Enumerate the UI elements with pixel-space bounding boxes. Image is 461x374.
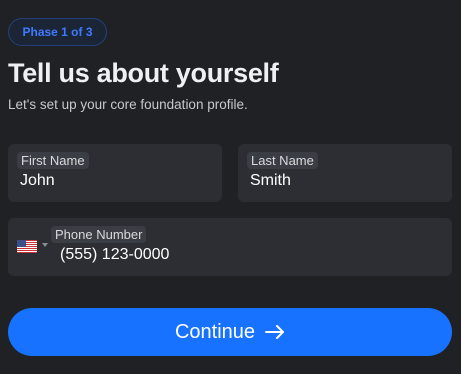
continue-label: Continue xyxy=(174,320,256,343)
last-name-label: Last Name xyxy=(247,152,318,169)
last-name-value[interactable]: Smith xyxy=(250,172,291,190)
arrow-right-icon xyxy=(265,325,285,339)
page-subtitle: Let's set up your core foundation profil… xyxy=(8,97,248,112)
continue-button[interactable]: Continue xyxy=(8,308,452,356)
page-title: Tell us about yourself xyxy=(8,58,279,88)
phase-badge: Phase 1 of 3 xyxy=(8,18,107,46)
first-name-value[interactable]: John xyxy=(20,172,55,190)
first-name-label: First Name xyxy=(17,152,89,169)
us-flag-icon[interactable] xyxy=(17,240,37,253)
chevron-down-icon[interactable] xyxy=(42,243,48,247)
phone-number-value[interactable]: (555) 123-0000 xyxy=(60,246,169,264)
phone-number-label: Phone Number xyxy=(51,226,147,243)
last-name-field[interactable]: Last Name Smith xyxy=(238,144,452,202)
phone-number-field[interactable]: Phone Number (555) 123-0000 xyxy=(8,218,452,276)
first-name-field[interactable]: First Name John xyxy=(8,144,222,202)
